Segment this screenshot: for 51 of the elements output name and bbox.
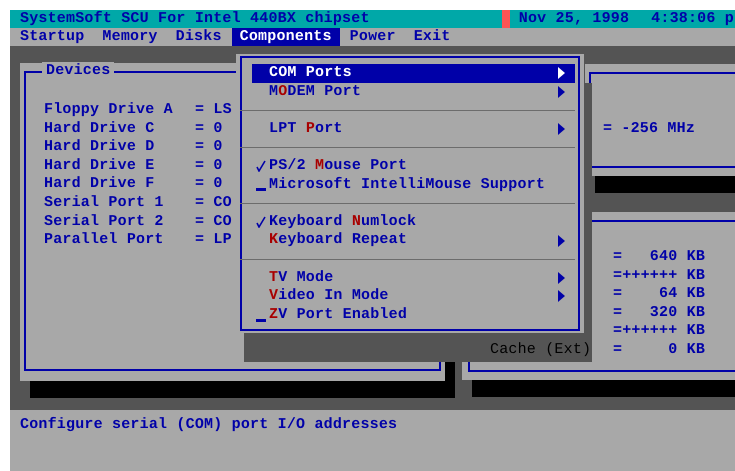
device-label: Parallel Port xyxy=(44,231,165,250)
device-value: = CO xyxy=(195,212,232,232)
menu-item[interactable]: MODEM Port xyxy=(252,82,575,102)
menu-item[interactable]: Video In Mode xyxy=(252,287,575,306)
device-label: Hard Drive C xyxy=(44,120,156,138)
device-value: = LS xyxy=(195,101,232,120)
menu-item[interactable]: ZV Port Enabled xyxy=(252,306,575,324)
memory-label: Cache (Ext) xyxy=(490,340,592,360)
menu-bar-item[interactable]: Exit xyxy=(404,28,460,46)
device-label: Hard Drive F xyxy=(44,175,156,194)
device-value: = 0 xyxy=(195,138,224,157)
menu-bar-item[interactable]: Startup xyxy=(11,28,94,46)
submenu-arrow-icon xyxy=(558,290,565,302)
device-label: Serial Port 2 xyxy=(44,212,165,232)
memory-value: = 0 KB xyxy=(613,340,706,360)
menu-bar-item[interactable]: Power xyxy=(340,28,405,46)
memory-value: = 64 KB xyxy=(613,285,706,304)
memory-value: = 640 KB xyxy=(613,248,706,267)
submenu-arrow-icon xyxy=(558,86,565,98)
status-text: Configure serial (COM) port I/O addresses xyxy=(20,416,398,433)
memory-value: = 320 KB xyxy=(613,304,706,322)
menu-bar-item[interactable]: Components xyxy=(232,28,340,46)
menu-item[interactable]: COM Ports xyxy=(252,64,575,83)
time-text: 4:38:06 p xyxy=(651,10,734,28)
device-label: Serial Port 1 xyxy=(44,194,165,213)
submenu-arrow-icon xyxy=(558,234,565,247)
device-label: Floppy Drive A xyxy=(44,101,174,120)
memory-value: =++++++ KB xyxy=(613,266,706,286)
memory-value: =++++++ KB xyxy=(613,322,706,341)
menu-item[interactable]: PS/2 Mouse Port xyxy=(252,156,575,176)
device-label: Hard Drive E xyxy=(44,156,156,176)
indicator-block xyxy=(502,10,510,28)
device-value: = LP xyxy=(195,231,232,250)
window-title: SystemSoft SCU For Intel 440BX chipset xyxy=(20,10,370,28)
submenu-arrow-icon xyxy=(558,272,565,284)
device-value: = 0 xyxy=(195,156,224,176)
menu-item[interactable]: Microsoft IntelliMouse Support xyxy=(252,176,575,194)
menu-item[interactable]: Keyboard Numlock xyxy=(252,212,575,232)
submenu-arrow-icon xyxy=(558,67,565,80)
device-value: = 0 xyxy=(195,175,224,194)
menu-bar-item[interactable]: Disks xyxy=(166,28,231,46)
device-value: = CO xyxy=(195,194,232,213)
menu-bar-item[interactable]: Memory xyxy=(93,28,167,46)
menu-item[interactable]: LPT Port xyxy=(252,120,575,138)
date-text: Nov 25, 1998 xyxy=(518,10,630,28)
submenu-arrow-icon xyxy=(558,123,565,136)
menu-item[interactable]: TV Mode xyxy=(252,268,575,288)
speed-value: = -256 MHz xyxy=(603,120,696,139)
device-label: Hard Drive D xyxy=(44,138,156,157)
device-value: = 0 xyxy=(195,120,224,138)
menu-item[interactable]: Keyboard Repeat xyxy=(252,231,575,250)
